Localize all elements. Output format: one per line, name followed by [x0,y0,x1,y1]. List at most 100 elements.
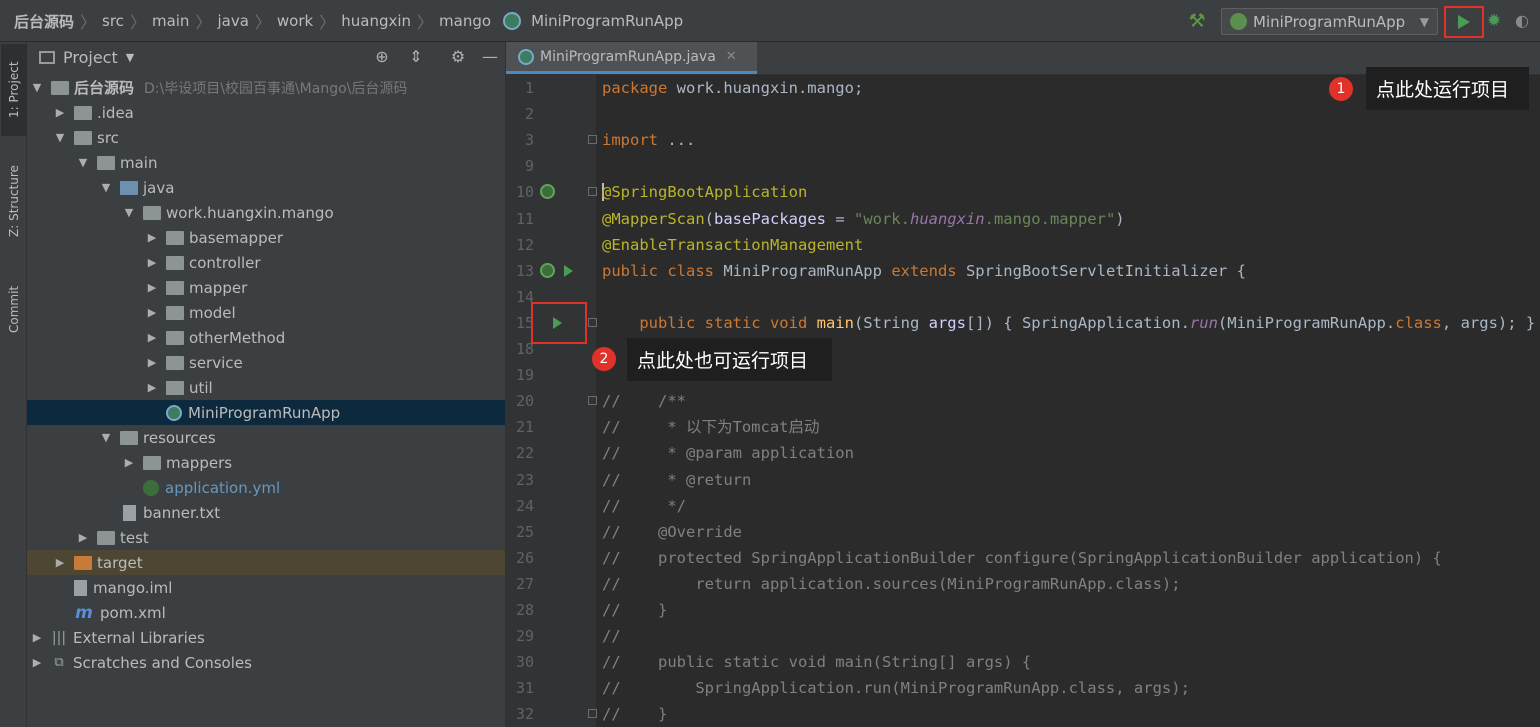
code-line[interactable]: 27 // return application.sources(MiniProg… [506,571,1540,597]
code-line[interactable]: 11 @MapperScan(basePackages = "work.huang… [506,206,1540,232]
tree-item-mango-iml[interactable]: mango.iml [27,575,505,600]
tree-item-resources[interactable]: ▼ resources [27,425,505,450]
code-line[interactable]: 3 import ... [506,127,1540,153]
tree-item-model[interactable]: ▶ model [27,300,505,325]
breadcrumb-item[interactable]: src [96,12,130,30]
gear-icon[interactable]: ⚙ [449,48,467,66]
code-line[interactable]: 10 @SpringBootApplication [506,179,1540,205]
code-line[interactable]: 29 // [506,623,1540,649]
breadcrumb-item[interactable]: mango [433,12,497,30]
tree-item-util[interactable]: ▶ util [27,375,505,400]
tree-item-scratches[interactable]: ▶ ⧉ Scratches and Consoles [27,650,505,675]
chevron-down-icon[interactable]: ▼ [100,431,112,444]
tree-item-basemapper[interactable]: ▶ basemapper [27,225,505,250]
tree-item-service[interactable]: ▶ service [27,350,505,375]
code-line[interactable]: 31 // SpringApplication.run(MiniProgramRu… [506,675,1540,701]
build-hammer-icon[interactable]: ⚒ [1186,10,1208,32]
tab-structure[interactable]: Z: Structure [1,150,27,252]
chevron-down-icon[interactable]: ▼ [54,131,66,144]
code-line[interactable]: 13 public class MiniProgramRunApp extends… [506,258,1540,284]
run-configuration-select[interactable]: MiniProgramRunApp ▼ [1221,8,1438,35]
code-line[interactable]: 9 [506,153,1540,179]
code-line[interactable]: 30 // public static void main(String[] ar… [506,649,1540,675]
tree-item-controller[interactable]: ▶ controller [27,250,505,275]
chevron-right-icon[interactable]: ▶ [146,306,158,319]
chevron-down-icon[interactable]: ▼ [123,206,135,219]
tree-item-target[interactable]: ▶ target [27,550,505,575]
chevron-right-icon[interactable]: ▶ [31,631,43,644]
run-button[interactable] [1444,6,1484,38]
chevron-right-icon[interactable]: ▶ [146,281,158,294]
chevron-right-icon[interactable]: ▶ [77,531,89,544]
code-line[interactable]: 32 // } [506,701,1540,727]
breadcrumb-item[interactable]: work [271,12,319,30]
breadcrumb-item[interactable]: main [146,12,195,30]
code-line[interactable]: 14 [506,284,1540,310]
spring-bean-gutter-icon[interactable] [540,184,555,200]
tree-item-root[interactable]: ▼ 后台源码 D:\毕设项目\校园百事通\Mango\后台源码 [27,75,505,100]
code-area[interactable]: 1 package work.huangxin.mango; 2 3 import ..… [506,75,1540,727]
tree-item-miniprogramrunapp[interactable]: MiniProgramRunApp [27,400,505,425]
debug-bug-icon[interactable]: ✹ [1485,11,1503,31]
spring-bean-gutter-icon[interactable] [540,262,555,278]
locate-crosshair-icon[interactable]: ⊕ [373,48,391,66]
code-line[interactable]: 24 // */ [506,493,1540,519]
breadcrumb-item[interactable]: MiniProgramRunApp [525,12,689,30]
tree-item-application-yml[interactable]: application.yml [27,475,505,500]
code-line[interactable]: 23 // * @return [506,467,1540,493]
chevron-down-icon[interactable]: ▼ [100,181,112,194]
breadcrumb-item[interactable]: huangxin [335,12,417,30]
run-gutter-icon[interactable] [564,264,573,277]
chevron-down-icon[interactable]: ▼ [77,156,89,169]
chevron-right-icon[interactable]: ▶ [146,256,158,269]
chevron-right-icon[interactable]: ▶ [54,556,66,569]
fold-marker-icon[interactable] [588,317,597,327]
tree-item-pom-xml[interactable]: m pom.xml [27,600,505,625]
code-line[interactable]: 12 @EnableTransactionManagement [506,232,1540,258]
chevron-right-icon[interactable]: ▶ [54,106,66,119]
tree-item-main[interactable]: ▼ main [27,150,505,175]
close-icon[interactable]: ✕ [726,49,737,64]
tree-item-src[interactable]: ▼ src [27,125,505,150]
tree-item-mappers[interactable]: ▶ mappers [27,450,505,475]
code-line[interactable]: 25 // @Override [506,519,1540,545]
chevron-right-icon[interactable]: ▶ [146,356,158,369]
chevron-right-icon[interactable]: ▶ [146,331,158,344]
code-line[interactable]: 20 // /** [506,388,1540,414]
tree-item-idea[interactable]: ▶ .idea [27,100,505,125]
chevron-right-icon[interactable]: ▶ [31,656,43,669]
chevron-down-icon[interactable]: ▼ [126,51,134,64]
hide-minus-icon[interactable]: — [481,48,499,66]
tree-item-java[interactable]: ▼ java [27,175,505,200]
code-line[interactable]: 26 // protected SpringApplicationBuilder … [506,545,1540,571]
tree-item-label: pom.xml [100,603,166,622]
tree-item-external-libraries[interactable]: ▶ ||| External Libraries [27,625,505,650]
code-line[interactable]: 21 // * 以下为Tomcat启动 [506,414,1540,440]
tree-item-package[interactable]: ▼ work.huangxin.mango [27,200,505,225]
project-panel-title[interactable]: Project [63,48,118,67]
tab-commit[interactable]: Commit [1,270,27,348]
tree-item-mapper[interactable]: ▶ mapper [27,275,505,300]
tab-project[interactable]: 1: Project [1,44,27,136]
fold-marker-icon[interactable] [588,135,597,145]
chevron-right-icon[interactable]: ▶ [146,231,158,244]
breadcrumb-item[interactable]: 后台源码 [8,11,80,32]
collapse-all-icon[interactable]: ⇕ [407,48,425,66]
code-line[interactable]: 15 public static void main(String args[]… [506,310,1540,336]
gutter-run-highlight[interactable] [531,302,587,344]
code-line[interactable]: 22 // * @param application [506,440,1540,466]
tree-item-othermethod[interactable]: ▶ otherMethod [27,325,505,350]
coverage-icon[interactable]: ◐ [1515,11,1533,31]
chevron-right-icon[interactable]: ▶ [123,456,135,469]
chevron-right-icon[interactable]: ▶ [146,381,158,394]
tab-miniprogramrunapp-java[interactable]: MiniProgramRunApp.java ✕ [506,42,757,74]
line-number: 9 [524,157,534,176]
tree-item-banner-txt[interactable]: banner.txt [27,500,505,525]
fold-marker-icon[interactable] [588,709,597,719]
code-line[interactable]: 28 // } [506,597,1540,623]
fold-marker-icon[interactable] [588,187,597,197]
breadcrumb-item[interactable]: java [211,12,254,30]
tree-item-test[interactable]: ▶ test [27,525,505,550]
chevron-down-icon[interactable]: ▼ [31,81,43,94]
fold-marker-icon[interactable] [588,396,597,406]
